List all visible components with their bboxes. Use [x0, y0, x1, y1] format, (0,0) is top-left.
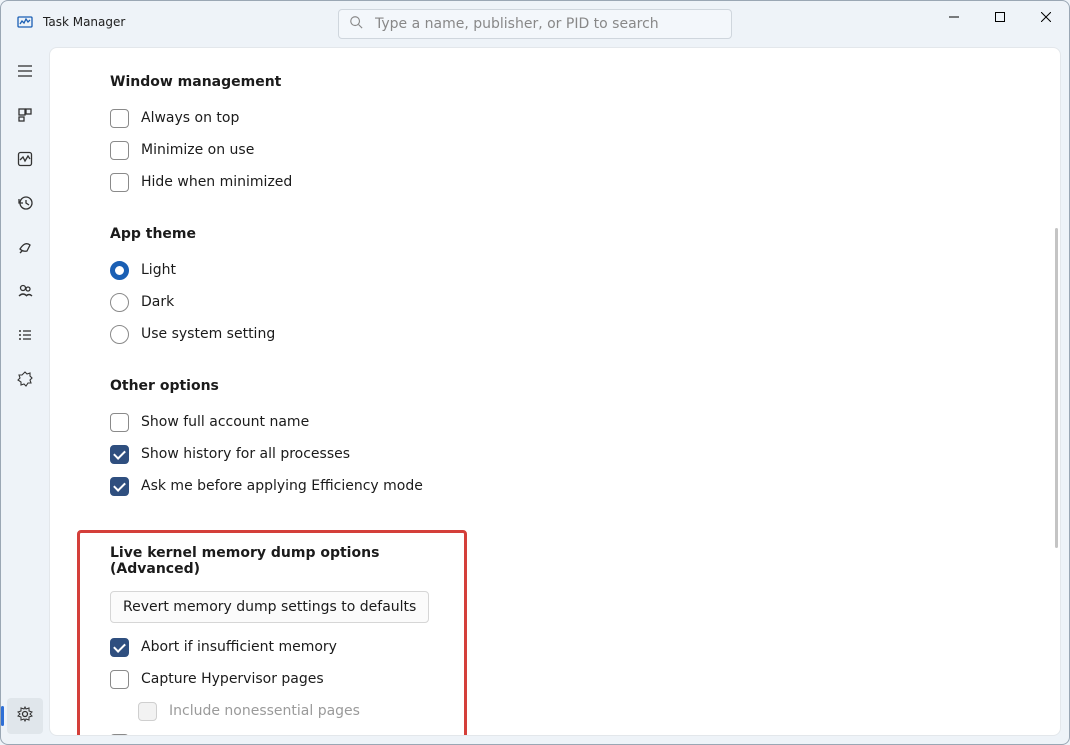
checkbox-label: Ask me before applying Efficiency mode [141, 478, 423, 494]
hamburger-icon[interactable] [15, 61, 35, 81]
maximize-button[interactable] [977, 1, 1023, 33]
checkbox-row-capture-user[interactable]: Capture user pages [110, 727, 434, 736]
minimize-button[interactable] [931, 1, 977, 33]
search-input[interactable] [373, 15, 721, 33]
checkbox-label: Abort if insufficient memory [141, 639, 337, 655]
checkbox-label: Capture user pages [141, 735, 278, 736]
checkbox-row-always-on-top[interactable]: Always on top [110, 102, 1060, 134]
checkbox-row-include-nonessential: Include nonessential pages [138, 695, 434, 727]
users-icon[interactable] [15, 281, 35, 301]
checkbox-row-efficiency[interactable]: Ask me before applying Efficiency mode [110, 470, 1060, 502]
section-kernel-dump: Live kernel memory dump options (Advance… [110, 545, 434, 736]
checkbox-label: Capture Hypervisor pages [141, 671, 324, 687]
section-app-theme: App theme Light Dark Use system setting [110, 226, 1060, 350]
settings-button[interactable] [7, 698, 43, 734]
radio[interactable] [110, 293, 129, 312]
sidebar [1, 47, 49, 744]
checkbox-row-capture-hv[interactable]: Capture Hypervisor pages [110, 663, 434, 695]
radio-label: Light [141, 262, 176, 278]
window-controls [931, 1, 1069, 33]
checkbox-row-history-all[interactable]: Show history for all processes [110, 438, 1060, 470]
checkbox[interactable] [110, 141, 129, 160]
checkbox[interactable] [110, 638, 129, 657]
settings-panel: Window management Always on top Minimize… [49, 47, 1061, 736]
checkbox[interactable] [110, 109, 129, 128]
services-icon[interactable] [15, 369, 35, 389]
history-icon[interactable] [15, 193, 35, 213]
scrollbar-thumb[interactable] [1055, 228, 1058, 548]
checkbox-row-abort[interactable]: Abort if insufficient memory [110, 631, 434, 663]
section-title: Live kernel memory dump options (Advance… [110, 545, 434, 577]
search-box[interactable] [338, 9, 732, 39]
checkbox[interactable] [110, 477, 129, 496]
radio-row-system[interactable]: Use system setting [110, 318, 1060, 350]
checkbox[interactable] [110, 413, 129, 432]
checkbox-label: Include nonessential pages [169, 703, 360, 719]
section-window-management: Window management Always on top Minimize… [110, 74, 1060, 198]
app-icon [17, 14, 33, 30]
checkbox-row-full-account[interactable]: Show full account name [110, 406, 1060, 438]
section-title: Window management [110, 74, 1060, 90]
details-icon[interactable] [15, 325, 35, 345]
revert-defaults-button[interactable]: Revert memory dump settings to defaults [110, 591, 429, 623]
gear-icon [17, 706, 33, 726]
checkbox-label: Show history for all processes [141, 446, 350, 462]
section-other-options: Other options Show full account name Sho… [110, 378, 1060, 502]
performance-icon[interactable] [15, 149, 35, 169]
button-label: Revert memory dump settings to defaults [123, 599, 416, 615]
checkbox-label: Always on top [141, 110, 239, 126]
startup-icon[interactable] [15, 237, 35, 257]
radio-label: Use system setting [141, 326, 275, 342]
checkbox-label: Hide when minimized [141, 174, 292, 190]
section-title: App theme [110, 226, 1060, 242]
checkbox[interactable] [110, 670, 129, 689]
checkbox-label: Minimize on use [141, 142, 254, 158]
radio-label: Dark [141, 294, 174, 310]
checkbox-row-minimize-on-use[interactable]: Minimize on use [110, 134, 1060, 166]
search-icon [349, 15, 363, 33]
checkbox-row-hide-when-minimized[interactable]: Hide when minimized [110, 166, 1060, 198]
processes-icon[interactable] [15, 105, 35, 125]
checkbox[interactable] [110, 173, 129, 192]
checkbox [138, 702, 157, 721]
checkbox-label: Show full account name [141, 414, 309, 430]
checkbox[interactable] [110, 734, 129, 737]
close-button[interactable] [1023, 1, 1069, 33]
app-title: Task Manager [43, 15, 125, 29]
radio[interactable] [110, 261, 129, 280]
highlighted-section: Live kernel memory dump options (Advance… [77, 530, 467, 736]
radio-row-light[interactable]: Light [110, 254, 1060, 286]
radio-row-dark[interactable]: Dark [110, 286, 1060, 318]
section-title: Other options [110, 378, 1060, 394]
checkbox[interactable] [110, 445, 129, 464]
radio[interactable] [110, 325, 129, 344]
